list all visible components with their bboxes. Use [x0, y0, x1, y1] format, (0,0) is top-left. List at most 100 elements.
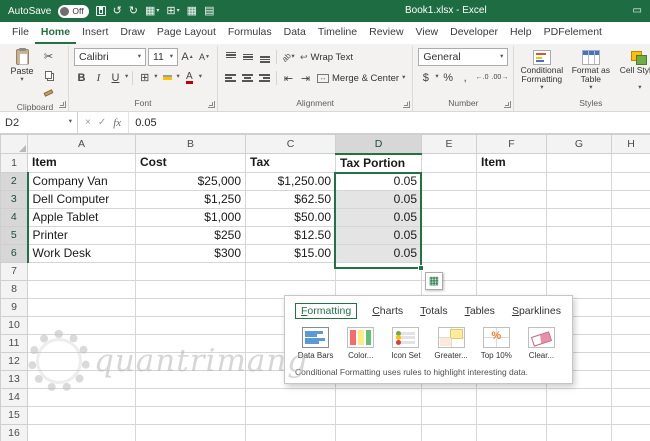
cell-E14[interactable]	[421, 387, 477, 407]
format-as-table-button[interactable]: Format as Table ▾	[568, 48, 613, 97]
cancel-icon[interactable]: ×	[85, 117, 91, 128]
increase-indent-icon[interactable]: ⇥	[298, 70, 313, 87]
cell-F4[interactable]	[476, 207, 547, 227]
tab-draw[interactable]: Draw	[114, 22, 151, 44]
cell-A5[interactable]: Printer	[27, 225, 136, 245]
cell-B9[interactable]	[135, 297, 246, 317]
cell-D14[interactable]	[335, 387, 422, 407]
fill-color-menu-icon[interactable]: ▾	[177, 74, 180, 81]
cell-A10[interactable]	[27, 315, 136, 335]
cell-H1[interactable]	[611, 153, 650, 173]
cell-H8[interactable]	[611, 279, 650, 299]
cell-B3[interactable]: $1,250	[135, 189, 246, 209]
row-header-9[interactable]: 9	[0, 297, 28, 317]
cell-B13[interactable]	[135, 369, 246, 389]
column-header-E[interactable]: E	[421, 134, 477, 154]
cut-icon[interactable]: ✂	[41, 48, 56, 65]
cell-C4[interactable]: $50.00	[245, 207, 336, 227]
cell-A15[interactable]	[27, 405, 136, 425]
qa-tab-sparklines[interactable]: Sparklines	[510, 304, 563, 318]
tab-insert[interactable]: Insert	[76, 22, 114, 44]
cell-A14[interactable]	[27, 387, 136, 407]
cell-E3[interactable]	[421, 189, 477, 209]
fill-color-icon[interactable]	[160, 69, 175, 86]
column-header-G[interactable]: G	[546, 134, 612, 154]
bold-button[interactable]: B	[74, 69, 89, 86]
undo-icon[interactable]: ↺	[113, 0, 122, 22]
cell-H6[interactable]	[611, 243, 650, 263]
conditional-formatting-button[interactable]: Conditional Formatting ▾	[519, 48, 564, 97]
cell-C2[interactable]: $1,250.00	[245, 171, 336, 191]
cell-D7[interactable]	[335, 261, 422, 281]
select-all-button[interactable]	[0, 134, 28, 154]
cell-D5[interactable]: 0.05	[335, 225, 422, 245]
cell-H13[interactable]	[611, 369, 650, 389]
qa-icon-set-button[interactable]: Icon Set	[385, 327, 426, 360]
cell-D1[interactable]: Tax Portion	[335, 153, 422, 173]
row-header-15[interactable]: 15	[0, 405, 28, 425]
cell-G7[interactable]	[546, 261, 612, 281]
cell-F7[interactable]	[476, 261, 547, 281]
cell-C14[interactable]	[245, 387, 336, 407]
wrap-text-button[interactable]: ↩ Wrap Text	[298, 48, 355, 66]
qa-data-bars-button[interactable]: Data Bars	[295, 327, 336, 360]
tab-formulas[interactable]: Formulas	[222, 22, 278, 44]
name-box[interactable]: D2 ▾	[0, 112, 78, 133]
quick-access-table-icon[interactable]: ▦ ▾	[145, 0, 159, 22]
align-left-icon[interactable]	[223, 70, 238, 87]
cell-B4[interactable]: $1,000	[135, 207, 246, 227]
increase-decimal-icon[interactable]: ←.0	[475, 69, 490, 86]
cell-A11[interactable]	[27, 333, 136, 353]
cell-G15[interactable]	[546, 405, 612, 425]
redo-icon[interactable]: ↻	[129, 0, 138, 22]
cell-C7[interactable]	[245, 261, 336, 281]
quick-access-grid-icon[interactable]: ▦	[187, 0, 197, 22]
cell-E16[interactable]	[421, 423, 477, 441]
cell-F16[interactable]	[476, 423, 547, 441]
qa-greater-than-button[interactable]: Greater...	[431, 327, 472, 360]
cell-E5[interactable]	[421, 225, 477, 245]
cell-G14[interactable]	[546, 387, 612, 407]
row-header-10[interactable]: 10	[0, 315, 28, 335]
cell-E1[interactable]	[421, 153, 477, 173]
cell-A12[interactable]	[27, 351, 136, 371]
cell-F2[interactable]	[476, 171, 547, 191]
column-header-A[interactable]: A	[27, 134, 136, 154]
paste-button[interactable]: Paste ▾	[7, 48, 37, 101]
number-dialog-launcher[interactable]	[504, 101, 512, 108]
cell-H10[interactable]	[611, 315, 650, 335]
cell-A1[interactable]: Item	[27, 153, 136, 173]
cell-A6[interactable]: Work Desk	[27, 243, 136, 263]
tab-timeline[interactable]: Timeline	[312, 22, 363, 44]
save-icon[interactable]	[95, 6, 106, 16]
cell-F6[interactable]	[476, 243, 547, 263]
increase-font-size-icon[interactable]: A ▲	[180, 49, 195, 66]
quick-access-borders-icon[interactable]: ⊞ ▾	[166, 0, 179, 22]
row-header-6[interactable]: 6	[0, 243, 29, 263]
cell-H12[interactable]	[611, 351, 650, 371]
font-dialog-launcher[interactable]	[208, 101, 215, 108]
tab-file[interactable]: File	[6, 22, 35, 44]
font-size-select[interactable]: 11 ▾	[148, 48, 178, 66]
cell-F5[interactable]	[476, 225, 547, 245]
cell-C16[interactable]	[245, 423, 336, 441]
quick-access-sheet-icon[interactable]: ▤	[204, 0, 214, 22]
cell-E6[interactable]	[421, 243, 477, 263]
cell-F15[interactable]	[476, 405, 547, 425]
row-header-2[interactable]: 2	[0, 171, 29, 191]
cell-A16[interactable]	[27, 423, 136, 441]
qa-tab-totals[interactable]: Totals	[418, 304, 449, 318]
cell-A2[interactable]: Company Van	[27, 171, 136, 191]
cell-F1[interactable]: Item	[476, 153, 547, 173]
currency-menu-icon[interactable]: ▾	[435, 74, 438, 81]
tab-home[interactable]: Home	[34, 22, 77, 44]
underline-menu-icon[interactable]: ▾	[125, 74, 128, 81]
font-name-select[interactable]: Calibri ▾	[74, 48, 146, 66]
top-align-icon[interactable]	[223, 49, 238, 66]
italic-button[interactable]: I	[91, 69, 106, 86]
enter-icon[interactable]: ✓	[98, 117, 106, 128]
cell-B10[interactable]	[135, 315, 246, 335]
comma-format-icon[interactable]: ,	[458, 69, 473, 86]
fill-handle[interactable]	[418, 265, 424, 271]
underline-button[interactable]: U	[108, 69, 123, 86]
